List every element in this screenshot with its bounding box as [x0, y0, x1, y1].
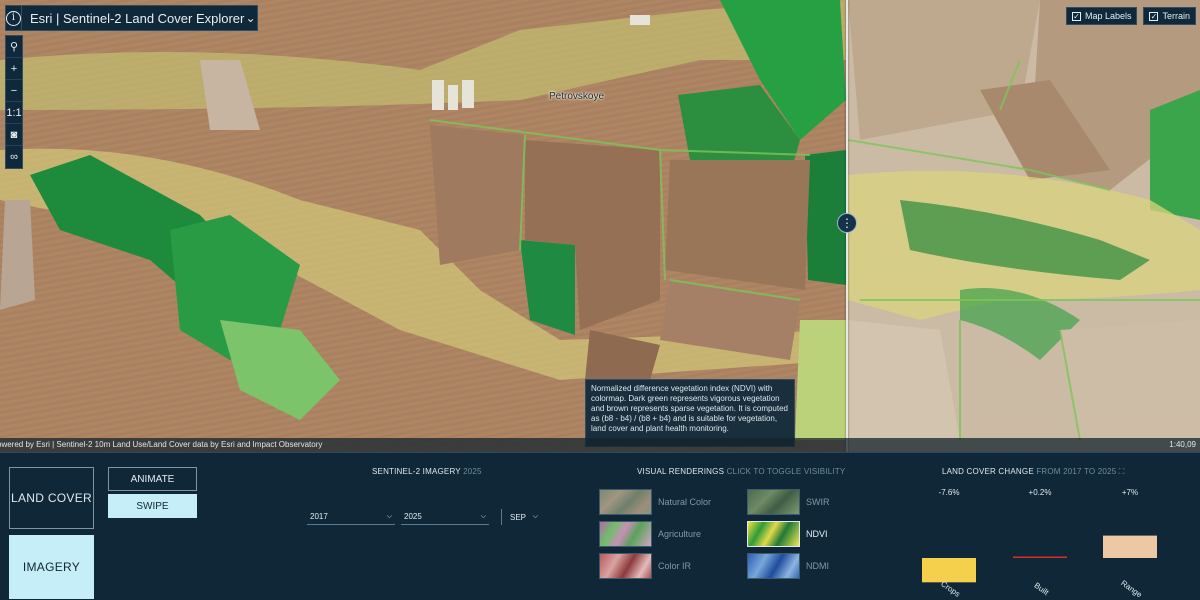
renderings-hint: CLICK TO TOGGLE VISIBILITY	[726, 467, 846, 476]
rendering-label: Color IR	[658, 561, 692, 571]
rendering-label: SWIR	[806, 497, 830, 507]
link-icon[interactable]: ∞	[6, 146, 22, 168]
checkbox-icon: ✓	[1071, 11, 1081, 21]
lcc-title: LAND COVER CHANGE	[942, 467, 1034, 476]
chevron-down-icon[interactable]: ⌄	[244, 11, 257, 25]
place-label: Petrovskoye	[549, 91, 605, 102]
imagery-title: SENTINEL-2 IMAGERY	[372, 467, 461, 476]
rendering-tooltip: Normalized difference vegetation index (…	[585, 379, 795, 447]
lcc-range: FROM 2017 TO 2025	[1036, 467, 1117, 476]
chevron-down-icon: ⌵	[532, 513, 538, 520]
year-right-select[interactable]: 2025 ⌵	[401, 509, 489, 525]
toggle-label: Map Labels	[1084, 11, 1132, 21]
land-cover-mode-button[interactable]: LAND COVER	[9, 467, 94, 529]
swipe-handle[interactable]: ⋮	[837, 213, 857, 233]
value-label-built: +0.2%	[1029, 488, 1052, 497]
bar-built[interactable]	[1013, 556, 1067, 559]
zoom-in-button[interactable]: +	[6, 58, 22, 80]
rendering-thumbnail	[747, 521, 800, 547]
year-right-value: 2025	[404, 512, 422, 521]
app-title-bar: i Esri | Sentinel-2 Land Cover Explorer …	[5, 5, 258, 31]
rendering-agriculture[interactable]: Agriculture	[599, 521, 701, 547]
bottom-panel: LAND COVER IMAGERY ANIMATE SWIPE SENTINE…	[0, 452, 1200, 600]
rendering-color-ir[interactable]: Color IR	[599, 553, 691, 579]
checkbox-icon: ✓	[1149, 11, 1159, 21]
renderings-section-title: VISUAL RENDERINGS CLICK TO TOGGLE VISIBI…	[637, 467, 845, 476]
attribution-text: owered by Esri | Sentinel-2 10m Land Use…	[0, 440, 323, 449]
rendering-thumbnail	[747, 553, 800, 579]
toggle-label: Terrain	[1162, 11, 1190, 21]
map-scale: 1:40,09	[1169, 440, 1196, 449]
month-value: SEP	[510, 512, 527, 522]
rendering-natural-color[interactable]: Natural Color	[599, 489, 711, 515]
value-label-crops: -7.6%	[939, 488, 960, 497]
month-select[interactable]: SEP ⌵	[507, 509, 541, 525]
toggle-map-labels[interactable]: ✓ Map Labels	[1065, 7, 1138, 25]
map-toolbar: ⚲ + −1:1 ◙ ∞	[5, 35, 23, 169]
rendering-label: NDMI	[806, 561, 829, 571]
zoom-out-button[interactable]: −	[6, 80, 22, 102]
info-icon: i	[6, 10, 21, 26]
rendering-thumbnail	[599, 553, 652, 579]
imagery-section-title: SENTINEL-2 IMAGERY 2025	[372, 467, 482, 476]
toggle-terrain[interactable]: ✓ Terrain	[1143, 7, 1196, 25]
chevron-down-icon: ⌵	[386, 512, 392, 520]
year-left-select[interactable]: 2017 ⌵	[307, 509, 395, 525]
bar-range[interactable]	[1103, 535, 1157, 558]
chevron-down-icon: ⌵	[480, 512, 486, 520]
year-left-value: 2017	[310, 512, 328, 521]
category-label-range: Range	[1119, 579, 1144, 600]
rendering-thumbnail	[599, 489, 652, 515]
land-cover-change-chart: -7.6%Crops+0.2%Built+7%Range	[922, 488, 1157, 600]
scale-button[interactable]: 1:1	[6, 102, 22, 124]
category-label-built: Built	[1032, 581, 1051, 598]
bar-crops[interactable]	[922, 558, 976, 583]
search-icon[interactable]: ⚲	[6, 36, 22, 58]
rendering-ndmi[interactable]: NDMI	[747, 553, 829, 579]
rendering-label: Natural Color	[658, 497, 712, 507]
renderings-title: VISUAL RENDERINGS	[637, 467, 725, 476]
rendering-swir[interactable]: SWIR	[747, 489, 830, 515]
camera-icon[interactable]: ◙	[6, 124, 22, 146]
rendering-label: NDVI	[806, 529, 828, 539]
imagery-title-year: 2025	[463, 467, 482, 476]
map-toggles: ✓ Map Labels ✓ Terrain	[1065, 7, 1196, 25]
rendering-thumbnail	[599, 521, 652, 547]
animate-button[interactable]: ANIMATE	[108, 467, 197, 491]
app-title: Esri | Sentinel-2 Land Cover Explorer	[30, 10, 245, 26]
rendering-label: Agriculture	[658, 529, 702, 539]
rendering-ndvi[interactable]: NDVI	[747, 521, 828, 547]
rendering-thumbnail	[747, 489, 800, 515]
info-button[interactable]: i	[6, 6, 22, 30]
expand-icon[interactable]: ⛶	[1119, 467, 1125, 476]
land-cover-change-title: LAND COVER CHANGE FROM 2017 TO 2025 ⛶	[942, 467, 1125, 477]
value-label-range: +7%	[1122, 488, 1138, 497]
map-view[interactable]: ⋮ i Esri | Sentinel-2 Land Cover Explore…	[0, 0, 1200, 452]
swipe-button[interactable]: SWIPE	[108, 494, 197, 518]
attribution-bar: owered by Esri | Sentinel-2 10m Land Use…	[0, 438, 1200, 452]
imagery-mode-button[interactable]: IMAGERY	[9, 535, 94, 599]
select-divider	[501, 509, 502, 525]
